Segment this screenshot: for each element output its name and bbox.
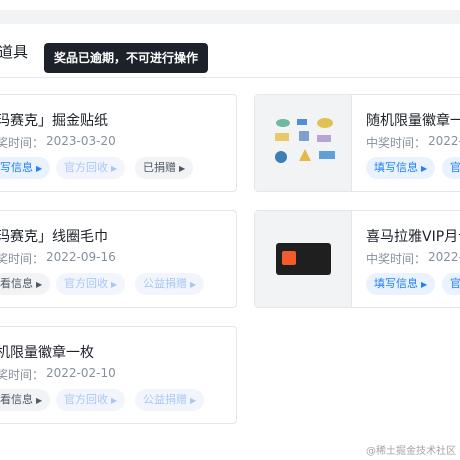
button-label: 官方回收 [64,161,108,174]
prize-time: 2022-09-16 [46,250,116,264]
official-recycle-button[interactable]: 官 [442,273,460,295]
prize-time-label: 奖时间： [0,136,45,150]
prize-time: 2022-02-10 [46,366,116,380]
view-info-button[interactable]: 看信息 ▶ [0,389,51,411]
prize-time: 2022- [428,250,460,264]
badges-collage-icon [275,118,335,163]
watermark: @稀土掘金技术社区 [366,446,456,457]
donated-button[interactable]: 已捐赠 ▶ [135,157,194,179]
charity-donate-button[interactable]: 公益捐赠 ▶ [135,389,205,411]
prize-thumbnail [255,95,352,191]
caret-right-icon: ▶ [421,280,428,289]
button-label: 看信息 [0,393,33,406]
official-recycle-button[interactable]: 官方回收 ▶ [56,157,126,179]
button-label: 官 [450,277,460,290]
prize-time-label: 中奖时间： [366,136,427,150]
tab-items[interactable]: 道具 [0,41,28,62]
button-label: 官方回收 [64,277,108,290]
official-recycle-button[interactable]: 官方回收 ▶ [56,273,126,295]
button-label: 公益捐赠 [143,277,187,290]
ximalaya-card-image [276,243,331,275]
caret-right-icon: ▶ [111,164,118,173]
button-label: 官方回收 [64,393,108,406]
caret-right-icon: ▶ [179,164,186,173]
view-info-button[interactable]: 看信息 ▶ [0,273,51,295]
button-label: 填写信息 [374,161,418,174]
fill-info-button[interactable]: 填写信息 ▶ [366,273,436,295]
prize-time-label: 奖时间： [0,252,45,266]
caret-right-icon: ▶ [36,396,43,405]
prize-title: 玛赛克」线圈毛巾 [0,229,108,245]
prize-title: 玛赛克」掘金贴纸 [0,113,108,129]
prize-time: 2023-03-20 [46,134,116,148]
top-strip [0,10,460,24]
official-recycle-button[interactable]: 官方回收 ▶ [56,389,126,411]
button-label: 写信息 [0,161,33,174]
caret-right-icon: ▶ [36,164,43,173]
caret-right-icon: ▶ [190,280,197,289]
charity-donate-button[interactable]: 公益捐赠 ▶ [135,273,205,295]
caret-right-icon: ▶ [36,280,43,289]
button-label: 官 [450,161,460,174]
expired-tooltip: 奖品已逾期，不可进行操作 [44,43,208,73]
top-bar [0,0,460,10]
button-label: 已捐赠 [143,161,176,174]
caret-right-icon: ▶ [421,164,428,173]
caret-right-icon: ▶ [111,396,118,405]
button-label: 填写信息 [374,277,418,290]
fill-info-button[interactable]: 写信息 ▶ [0,157,51,179]
prize-time-label: 中奖时间： [366,252,427,266]
fill-info-button[interactable]: 填写信息 ▶ [366,157,436,179]
prize-time-label: 奖时间： [0,368,45,382]
prize-time: 2022- [428,134,460,148]
button-label: 公益捐赠 [143,393,187,406]
caret-right-icon: ▶ [111,280,118,289]
official-recycle-button[interactable]: 官 [442,157,460,179]
caret-right-icon: ▶ [190,396,197,405]
prize-title: 机限量徽章一枚 [0,345,94,361]
ximalaya-logo-icon [282,251,296,265]
prize-thumbnail [255,211,352,307]
button-label: 看信息 [0,277,33,290]
prize-title: 喜马拉雅VIP月卡 [366,229,460,245]
prize-title: 随机限量徽章一 [366,113,460,129]
